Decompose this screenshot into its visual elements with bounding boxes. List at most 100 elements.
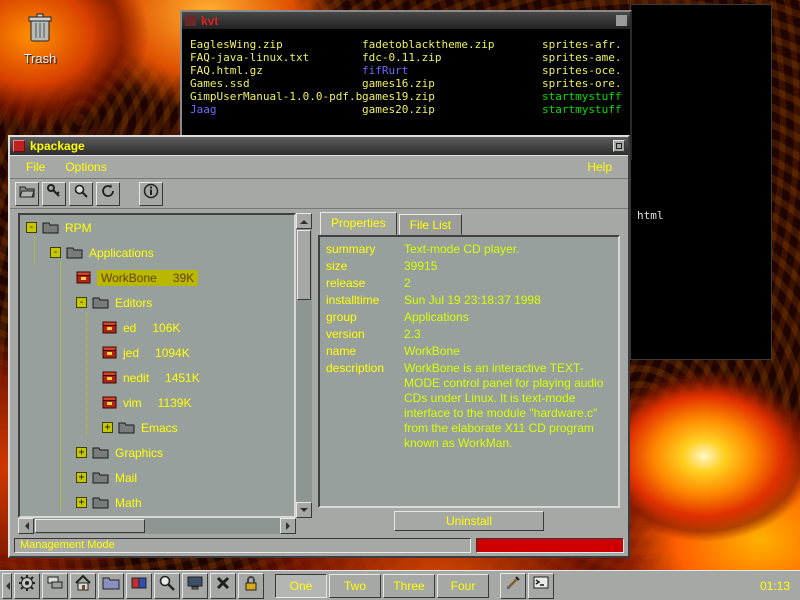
tree-item-size: 1451K xyxy=(165,371,200,385)
package-details-panel: Properties File List summaryText-mode CD… xyxy=(318,213,620,534)
menu-help[interactable]: Help xyxy=(577,158,622,176)
display-settings-button[interactable] xyxy=(182,573,208,599)
expand-icon[interactable] xyxy=(76,497,87,508)
scroll-right-button[interactable] xyxy=(280,518,296,534)
kvt-maximize-button[interactable] xyxy=(616,15,627,26)
kvt-titlebar[interactable]: kvt xyxy=(182,12,630,29)
kpackage-titlebar[interactable]: kpackage xyxy=(10,137,628,155)
collapse-icon[interactable] xyxy=(76,297,87,308)
tree-item-size: 1094K xyxy=(155,346,190,360)
tree-item-workbone-selected[interactable]: WorkBone 39K xyxy=(20,265,294,290)
property-row: groupApplications xyxy=(326,310,612,325)
trash-icon xyxy=(25,31,55,48)
package-tree[interactable]: RPM Applications WorkBone 39K xyxy=(18,213,296,518)
arrow-left-icon xyxy=(2,582,10,590)
search-button[interactable] xyxy=(69,182,93,206)
workspace-three-button[interactable]: Three xyxy=(383,574,435,598)
tree-item-label: Applications xyxy=(89,246,154,260)
kpackage-window[interactable]: kpackage File Options Help xyxy=(8,135,630,558)
tree-item-emacs[interactable]: Emacs xyxy=(20,415,294,440)
kvt-menu-button[interactable] xyxy=(185,15,196,26)
property-row: summaryText-mode CD player. xyxy=(326,242,612,257)
uninstall-button[interactable]: Uninstall xyxy=(394,511,544,531)
background-terminal-window[interactable]: html xyxy=(630,4,772,360)
tree-item-jed[interactable]: jed 1094K xyxy=(20,340,294,365)
tree-item-mail[interactable]: Mail xyxy=(20,465,294,490)
collapse-icon[interactable] xyxy=(26,222,37,233)
scroll-down-button[interactable] xyxy=(296,502,312,518)
vertical-scroll-thumb[interactable] xyxy=(297,230,311,300)
terminal-line: Jaaggames20.zipstartmystuff~ xyxy=(190,103,622,116)
k-menu-button[interactable] xyxy=(14,573,40,599)
tree-item-math[interactable]: Math xyxy=(20,490,294,515)
home-icon xyxy=(74,574,92,597)
tree-item-graphics[interactable]: Graphics xyxy=(20,440,294,465)
lock-screen-button[interactable] xyxy=(238,573,264,599)
kvt-terminal-output[interactable]: EaglesWing.zipfadetoblacktheme.zipsprite… xyxy=(182,29,630,116)
menu-options[interactable]: Options xyxy=(55,158,116,176)
window-list-button[interactable] xyxy=(42,573,68,599)
key-button[interactable] xyxy=(42,182,66,206)
maximize-button[interactable] xyxy=(613,140,625,152)
window-menu-button[interactable] xyxy=(13,140,25,152)
action-row: Uninstall xyxy=(318,508,620,534)
properties-view[interactable]: summaryText-mode CD player. size39915 re… xyxy=(318,235,620,508)
kpackage-toolbar xyxy=(10,179,628,209)
workspace-two-button[interactable]: Two xyxy=(329,574,381,598)
tree-item-editors[interactable]: Editors xyxy=(20,290,294,315)
collapse-icon[interactable] xyxy=(50,247,61,258)
expand-icon[interactable] xyxy=(102,422,113,433)
trash-desktop-icon[interactable]: Trash xyxy=(14,12,66,66)
tab-properties[interactable]: Properties xyxy=(320,212,397,235)
konsole-app-button[interactable] xyxy=(528,573,554,599)
workspace-one-button[interactable]: One xyxy=(275,574,327,598)
expand-icon[interactable] xyxy=(76,472,87,483)
property-row: installtimeSun Jul 19 23:18:37 1998 xyxy=(326,293,612,308)
tab-file-list[interactable]: File List xyxy=(399,214,462,235)
tree-item-label: RPM xyxy=(65,221,92,235)
workspace-four-button[interactable]: Four xyxy=(437,574,489,598)
terminal-line: FAQ.html.gzfifRurtsprites-oce.bmp.gz xyxy=(190,64,622,77)
expand-icon[interactable] xyxy=(76,447,87,458)
help-button[interactable] xyxy=(126,573,152,599)
kvt-window-title: kvt xyxy=(201,14,218,28)
folder-icon xyxy=(66,246,83,259)
property-row: nameWorkBone xyxy=(326,344,612,359)
home-button[interactable] xyxy=(70,573,96,599)
package-icon xyxy=(76,271,91,284)
open-folder-button[interactable] xyxy=(15,182,39,206)
search-icon xyxy=(73,183,89,204)
tree-item-size: 1139K xyxy=(158,396,192,410)
display-icon xyxy=(186,575,204,596)
find-button[interactable] xyxy=(154,573,180,599)
tree-item-ed[interactable]: ed 106K xyxy=(20,315,294,340)
folder-button[interactable] xyxy=(98,573,124,599)
horizontal-scroll-thumb[interactable] xyxy=(35,519,145,533)
tree-item-vim[interactable]: vim 1139K xyxy=(20,390,294,415)
scroll-left-button[interactable] xyxy=(18,518,34,534)
arrow-down-icon xyxy=(300,508,308,516)
tree-item-rpm[interactable]: RPM xyxy=(20,215,294,240)
terminal-line: Games.ssdgames16.zipsprites-ore.bmp xyxy=(190,77,622,90)
scroll-up-button[interactable] xyxy=(296,213,312,229)
scroll-track[interactable] xyxy=(146,518,280,534)
paint-app-button[interactable] xyxy=(500,573,526,599)
scroll-track[interactable] xyxy=(296,301,312,502)
info-button[interactable] xyxy=(139,182,163,206)
refresh-button[interactable] xyxy=(96,182,120,206)
property-row: size39915 xyxy=(326,259,612,274)
panel-hide-button[interactable] xyxy=(2,573,12,599)
tree-horizontal-scrollbar[interactable] xyxy=(18,518,296,534)
tree-item-size: 106K xyxy=(152,321,180,335)
tree-item-applications[interactable]: Applications xyxy=(20,240,294,265)
package-icon xyxy=(102,371,117,384)
tree-vertical-scrollbar[interactable] xyxy=(296,213,312,518)
tree-item-label: Math xyxy=(115,496,142,510)
tree-item-label: vim xyxy=(123,396,142,410)
kill-window-button[interactable] xyxy=(210,573,236,599)
tree-item-nedit[interactable]: nedit 1451K xyxy=(20,365,294,390)
folder-icon xyxy=(118,421,135,434)
menu-file[interactable]: File xyxy=(16,158,55,176)
search-icon xyxy=(158,574,176,597)
folder-icon xyxy=(42,221,59,234)
